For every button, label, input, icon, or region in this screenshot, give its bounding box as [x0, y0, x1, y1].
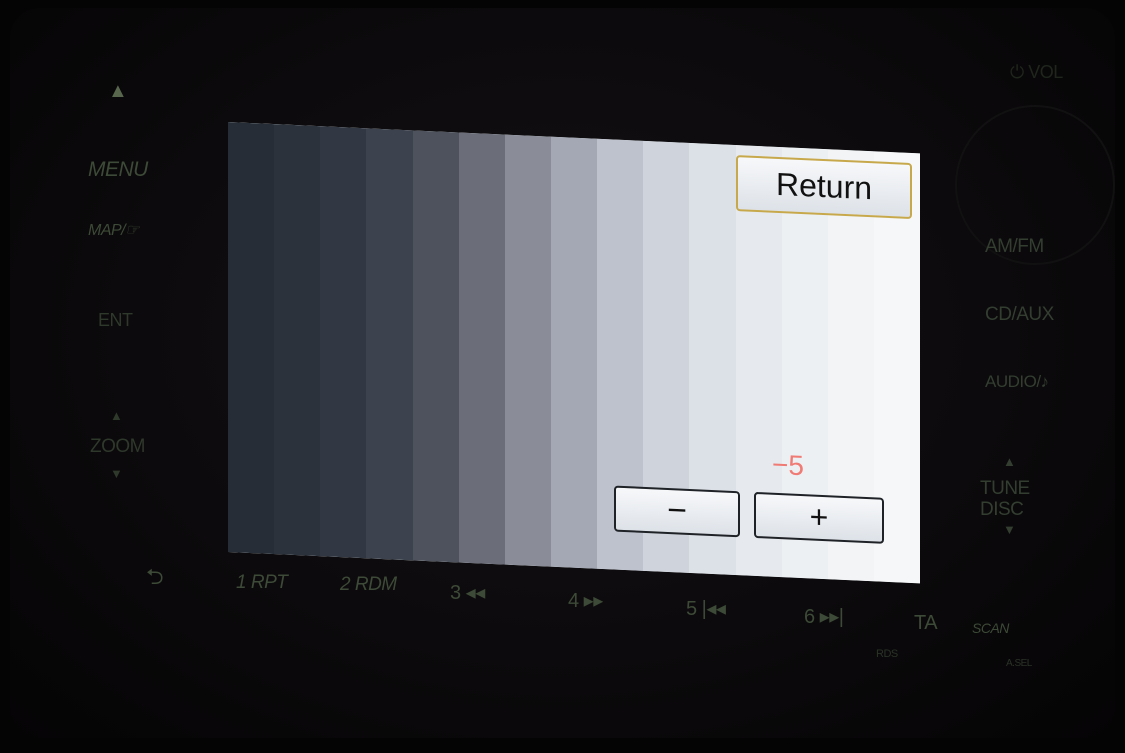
- decrease-button[interactable]: −: [614, 485, 740, 538]
- tune-down-icon[interactable]: ▼: [1003, 522, 1016, 537]
- menu-button[interactable]: MENU: [88, 158, 148, 182]
- map-button[interactable]: MAP/☞: [88, 220, 139, 240]
- grayscale-bar: [550, 136, 598, 569]
- cd-aux-button[interactable]: CD/AUX: [985, 304, 1054, 326]
- grayscale-bar: [274, 124, 321, 557]
- grayscale-bar: [228, 122, 275, 555]
- grayscale-bar: [412, 130, 459, 563]
- ent-button[interactable]: ENT: [98, 310, 133, 331]
- preset-button-1[interactable]: 1 RPT: [236, 572, 288, 594]
- power-volume-button[interactable]: ⏻ VOL: [1010, 62, 1063, 83]
- adjustment-value: −5: [772, 448, 804, 482]
- preset-button-2[interactable]: 2 RDM: [340, 574, 397, 596]
- zoom-button[interactable]: ZOOM: [90, 436, 146, 458]
- grayscale-bar: [366, 128, 413, 561]
- preset-button-6[interactable]: 6 ▸▸|: [804, 604, 844, 629]
- preset-button-5[interactable]: 5 |◂◂: [686, 596, 726, 621]
- grayscale-bar: [458, 132, 505, 565]
- display-screen: Return −5 − +: [228, 122, 920, 584]
- audio-button[interactable]: AUDIO/♪: [985, 372, 1049, 392]
- preset-button-4[interactable]: 4 ▸▸: [568, 588, 603, 613]
- increase-button[interactable]: +: [754, 491, 884, 544]
- asel-label: A.SEL: [1006, 658, 1032, 669]
- zoom-down-icon[interactable]: ▼: [110, 466, 123, 481]
- amfm-button[interactable]: AM/FM: [985, 236, 1044, 258]
- ta-button[interactable]: TA: [914, 612, 938, 635]
- tune-up-icon[interactable]: ▲: [1003, 454, 1016, 469]
- rds-label: RDS: [876, 648, 898, 660]
- return-button[interactable]: Return: [736, 155, 912, 220]
- preset-button-3[interactable]: 3 ◂◂: [450, 580, 485, 605]
- back-icon[interactable]: ⮌: [146, 560, 164, 598]
- eject-button[interactable]: ▲: [108, 80, 128, 103]
- grayscale-bar: [320, 126, 367, 559]
- tune-button[interactable]: TUNE: [980, 478, 1030, 500]
- grayscale-bar: [504, 134, 551, 567]
- disc-button[interactable]: DISC: [980, 499, 1024, 521]
- zoom-up-icon[interactable]: ▲: [110, 408, 123, 423]
- scan-button[interactable]: SCAN: [972, 620, 1009, 636]
